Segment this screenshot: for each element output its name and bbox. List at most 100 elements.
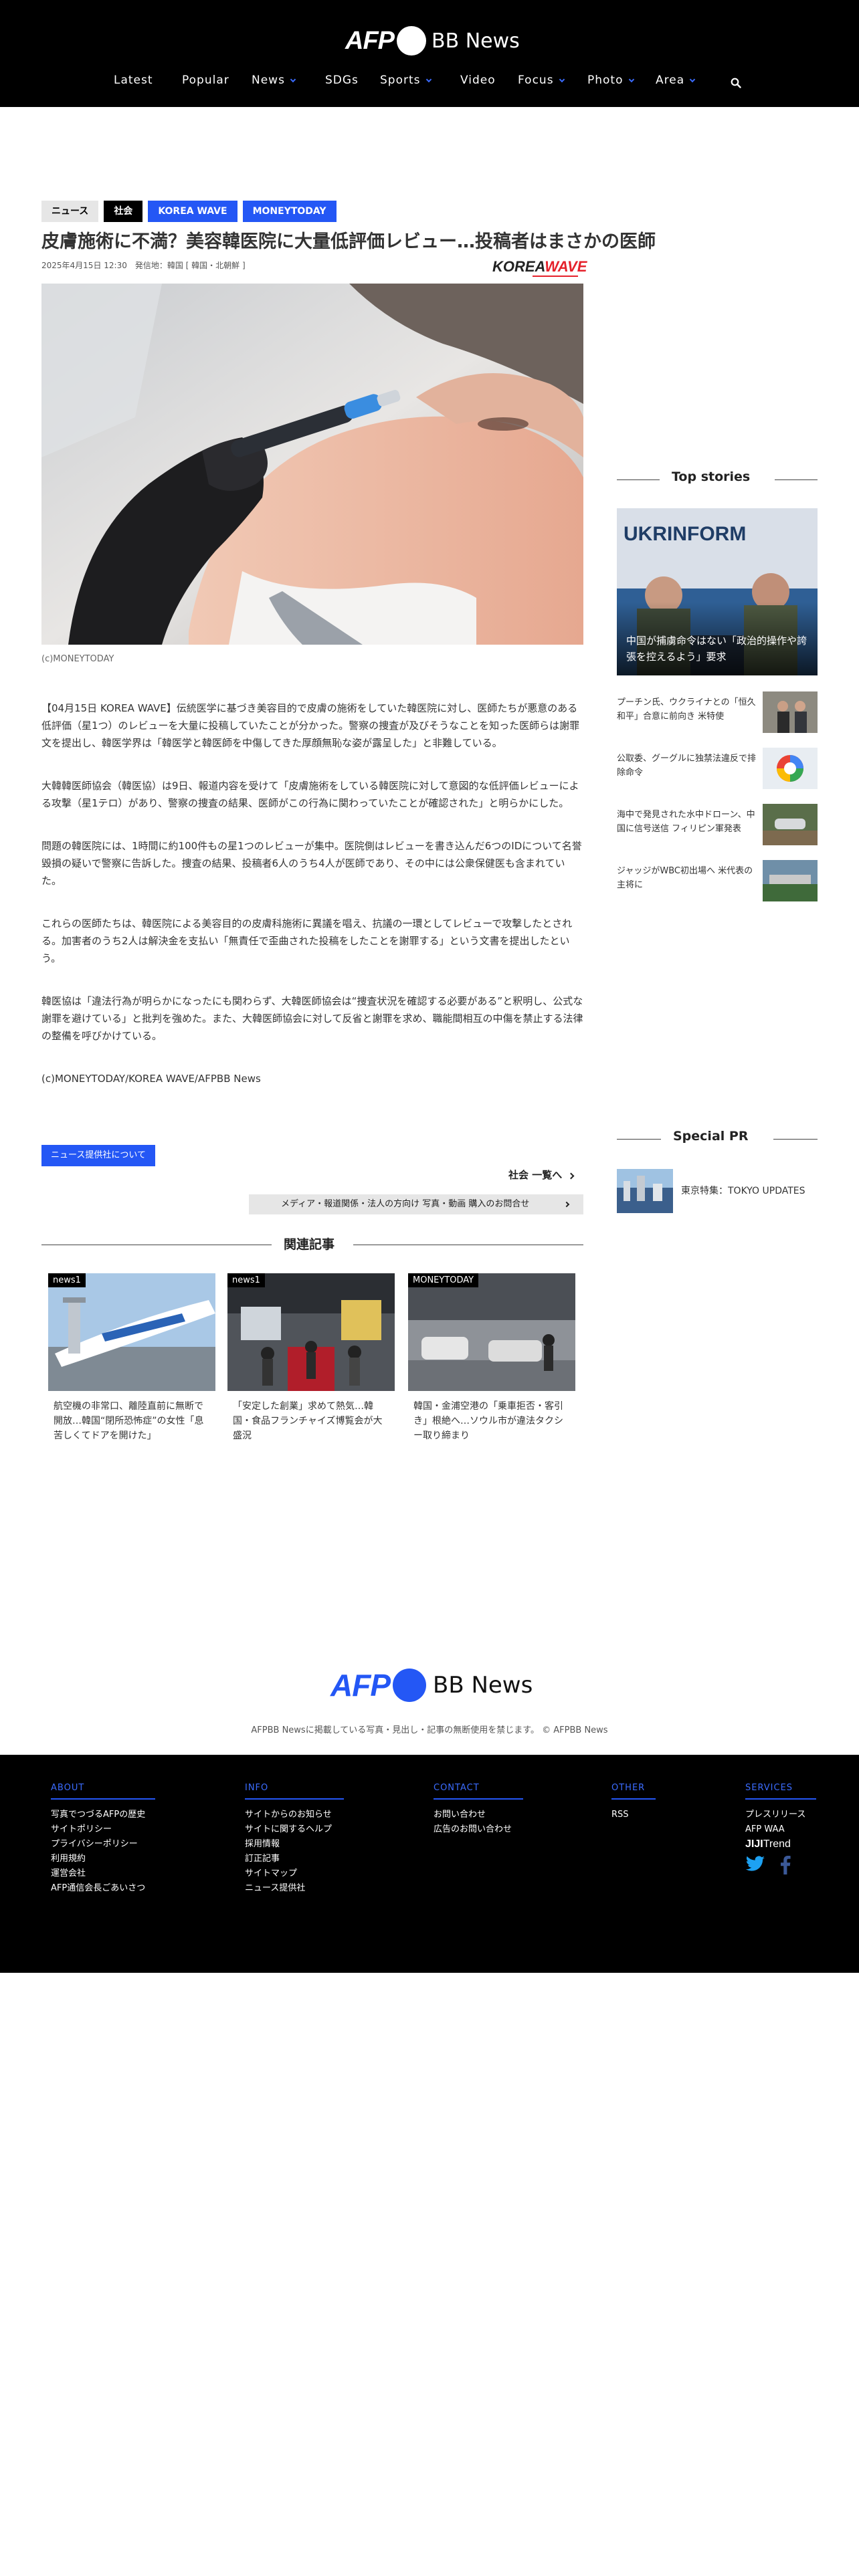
category-list-label: 社会 一覧へ xyxy=(508,1169,563,1181)
footer-column-services: SERVICES プレスリリース AFP WAA JIJITrend xyxy=(745,1783,816,1874)
jiji-trend-link[interactable]: JIJITrend xyxy=(745,1838,816,1850)
footer-link[interactable]: 利用規約 xyxy=(51,1852,155,1866)
top-stories-heading: Top stories xyxy=(617,469,818,490)
nav-sdgs[interactable]: SDGs xyxy=(325,74,359,87)
top-story-item[interactable]: プーチン氏、ウクライナとの「恒久和平」合意に前向き 米特使 xyxy=(617,691,818,736)
hero-illustration xyxy=(41,284,583,645)
related-heading-label: 関連記事 xyxy=(284,1237,335,1252)
nav-label: SDGs xyxy=(325,74,359,87)
top-stories-label: Top stories xyxy=(672,469,751,484)
footer-link[interactable]: RSS xyxy=(611,1808,656,1822)
nav-label: Area xyxy=(656,74,685,87)
nav-video[interactable]: Video xyxy=(460,74,496,87)
source-logo-underline xyxy=(533,276,578,277)
footer-link[interactable]: AFP通信会長ごあいさつ xyxy=(51,1881,155,1896)
footer-link[interactable]: 広告のお問い合わせ xyxy=(434,1822,523,1837)
paragraph: 問題の韓医院には、1時間に約100件もの星1つのレビューが集中。医院側はレビュー… xyxy=(41,840,582,887)
footer-logo-dot xyxy=(393,1669,426,1702)
social-links xyxy=(745,1856,816,1874)
chevron-right-icon xyxy=(563,1201,570,1208)
facebook-icon[interactable] xyxy=(780,1856,791,1874)
top-story-title: 公取委、グーグルに独禁法違反で排除命令 xyxy=(617,754,757,778)
search-icon[interactable] xyxy=(731,78,741,88)
footer-link[interactable]: ニュース提供社 xyxy=(245,1881,344,1896)
footer-link[interactable]: サイトマップ xyxy=(245,1866,344,1881)
nav-news[interactable]: News xyxy=(252,74,296,87)
footer-link[interactable]: プライバシーポリシー xyxy=(51,1837,155,1852)
copyright-notice: AFPBB Newsに掲載している写真・見出し・記事の無断使用を禁じます。 © … xyxy=(251,1725,608,1735)
nav-label: Photo xyxy=(587,74,624,87)
related-card[interactable]: news1 航空機の非常口、離陸直前に無断で開放…韓国“閉所恐怖症”の女性「息苦… xyxy=(48,1273,215,1443)
footer-link[interactable]: 訂正記事 xyxy=(245,1852,344,1866)
trend-label: Trend xyxy=(763,1838,791,1850)
footer-link[interactable]: プレスリリース xyxy=(745,1808,816,1822)
related-photo-1 xyxy=(48,1273,215,1391)
tag-korea-wave[interactable]: KOREA WAVE xyxy=(148,201,237,222)
top-story-main[interactable]: UKRINFORM 中国が捕虜命令はない「政治的操作や誇張を控えるよう」要求 xyxy=(617,508,818,675)
site-logo[interactable]: AFP BB News xyxy=(345,24,520,58)
provider-info-button[interactable]: ニュース提供社について xyxy=(41,1145,155,1166)
pr-thumb xyxy=(617,1169,673,1213)
nav-label: News xyxy=(252,74,285,87)
footer-link[interactable]: 写真でつづるAFPの歴史 xyxy=(51,1808,155,1822)
top-story-item[interactable]: 海中で発見された水中ドローン、中国に信号送信 フィリピン軍発表 xyxy=(617,804,818,848)
related-card[interactable]: news1 「安定した創業」求めて熱気…韓国・食品フランチャイズ博覧会が大盛況 xyxy=(227,1273,395,1443)
divider xyxy=(775,479,818,480)
thumb-photo xyxy=(763,860,818,901)
nav-sports[interactable]: Sports xyxy=(380,74,432,87)
divider xyxy=(773,1139,818,1140)
top-story-thumb xyxy=(763,691,818,733)
footer-link[interactable]: お問い合わせ xyxy=(434,1808,523,1822)
related-card[interactable]: MONEYTODAY 韓国・金浦空港の「乗車拒否・客引き」根絶へ…ソウル市が違法… xyxy=(408,1273,575,1443)
nav-focus[interactable]: Focus xyxy=(518,74,565,87)
nav-label: Popular xyxy=(182,74,229,87)
footer-link[interactable]: サイトポリシー xyxy=(51,1822,155,1837)
footer-link[interactable]: 運営会社 xyxy=(51,1866,155,1881)
nav-label: Sports xyxy=(380,74,421,87)
related-title: 「安定した創業」求めて熱気…韓国・食品フランチャイズ博覧会が大盛況 xyxy=(233,1401,383,1441)
thumb-photo xyxy=(763,748,818,789)
footer-logo-afp: AFP xyxy=(330,1668,391,1703)
pr-title: 東京特集：TOKYO UPDATES xyxy=(681,1186,805,1196)
media-inquiry-label: メディア・報道関係・法人の方向け 写真・動画 購入のお問合せ xyxy=(281,1199,530,1209)
nav-label: Latest xyxy=(114,74,153,87)
tag-news[interactable]: ニュース xyxy=(41,201,99,222)
nav-popular[interactable]: Popular xyxy=(182,74,229,87)
footer-logo[interactable]: AFP BB News xyxy=(330,1665,533,1705)
category-list-link[interactable]: 社会 一覧へ xyxy=(508,1168,575,1182)
article-tags: ニュース 社会 KOREA WAVE MONEYTODAY xyxy=(41,201,337,222)
footer-heading: ABOUT xyxy=(51,1783,155,1800)
tag-moneytoday[interactable]: MONEYTODAY xyxy=(242,201,337,222)
chevron-right-icon xyxy=(567,1172,575,1180)
pr-photo xyxy=(617,1169,673,1213)
paragraph: 韓医協は「違法行為が明らかになったにも関わらず、大韓医師協会は“捜査状況を確認す… xyxy=(41,995,583,1042)
top-story-item[interactable]: ジャッジがWBC初出場へ 米代表の主将に xyxy=(617,860,818,904)
footer-heading: OTHER xyxy=(611,1783,656,1800)
footer-link[interactable]: 採用情報 xyxy=(245,1837,344,1852)
jiji-label: JIJI xyxy=(745,1838,763,1850)
top-story-thumb xyxy=(763,860,818,901)
footer-heading: SERVICES xyxy=(745,1783,816,1800)
top-story-title: ジャッジがWBC初出場へ 米代表の主将に xyxy=(617,866,753,890)
footer-link[interactable]: サイトに関するヘルプ xyxy=(245,1822,344,1837)
source-logo: KOREAWAVE xyxy=(492,258,587,277)
media-inquiry-bar[interactable]: メディア・報道関係・法人の方向け 写真・動画 購入のお問合せ xyxy=(249,1194,583,1214)
related-badge: news1 xyxy=(48,1273,86,1287)
top-story-item[interactable]: 公取委、グーグルに独禁法違反で排除命令 xyxy=(617,748,818,792)
nav-area[interactable]: Area xyxy=(656,74,696,87)
nav-photo[interactable]: Photo xyxy=(587,74,634,87)
footer-link[interactable]: AFP WAA xyxy=(745,1822,816,1837)
logo-bbnews: BB News xyxy=(432,29,520,53)
twitter-icon[interactable] xyxy=(745,1856,765,1872)
article-meta: 2025年4月15日 12:30 発信地：韓国 [ 韓国・北朝鮮 ] xyxy=(41,261,246,270)
nav-latest[interactable]: Latest xyxy=(114,74,153,87)
related-photo-3 xyxy=(408,1273,575,1391)
paragraph: これらの医師たちは、韓医院による美容目的の皮膚科施術に異議を唱え、抗議の一環とし… xyxy=(41,918,573,964)
footer-column-info: INFO サイトからのお知らせ サイトに関するヘルプ 採用情報 訂正記事 サイト… xyxy=(245,1783,344,1896)
footer-link[interactable]: サイトからのお知らせ xyxy=(245,1808,344,1822)
tag-society[interactable]: 社会 xyxy=(104,201,143,222)
special-pr-item[interactable]: 東京特集：TOKYO UPDATES xyxy=(617,1169,818,1214)
nav-label: Video xyxy=(460,74,496,87)
thumb-photo xyxy=(763,804,818,845)
related-photo-2 xyxy=(227,1273,395,1391)
